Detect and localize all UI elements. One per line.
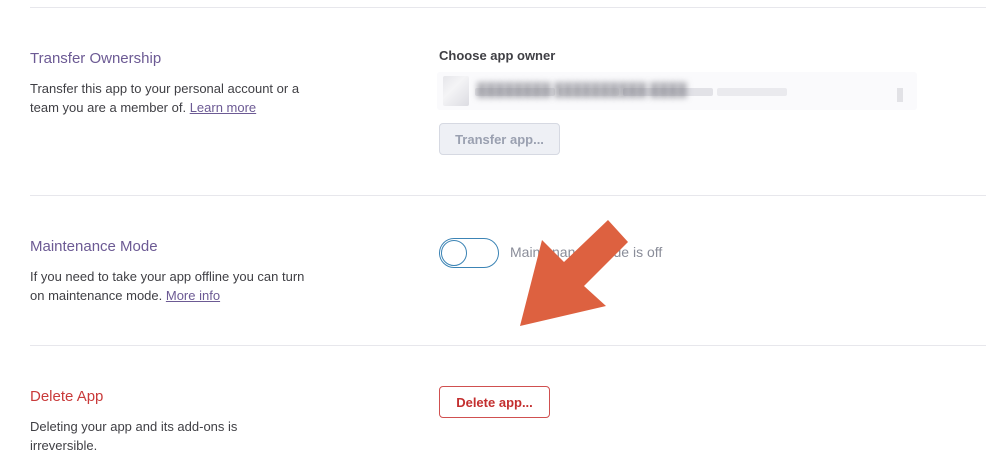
maintenance-divider xyxy=(30,345,986,346)
delete-app-button[interactable]: Delete app... xyxy=(439,386,550,418)
delete-app-description: Deleting your app and its add-ons is irr… xyxy=(30,419,238,453)
transfer-divider xyxy=(30,195,986,196)
more-info-link[interactable]: More info xyxy=(166,288,220,303)
transfer-ownership-description: Transfer this app to your personal accou… xyxy=(30,79,320,117)
maintenance-mode-description: If you need to take your app offline you… xyxy=(30,267,320,305)
maintenance-mode-title: Maintenance Mode xyxy=(30,238,158,255)
app-owner-select[interactable]: ████████ ██████████ ████ xyxy=(437,72,917,110)
blur-chunk-4 xyxy=(717,88,787,96)
learn-more-link[interactable]: Learn more xyxy=(190,100,256,115)
app-owner-value: ████████ ██████████ ████ xyxy=(477,82,687,97)
transfer-ownership-title: Transfer Ownership xyxy=(30,50,162,67)
top-divider xyxy=(30,7,986,8)
choose-app-owner-label: Choose app owner xyxy=(439,48,556,63)
toggle-knob xyxy=(441,240,467,266)
delete-app-title: Delete App xyxy=(30,388,104,405)
select-edge xyxy=(897,88,903,102)
transfer-description-text: Transfer this app to your personal accou… xyxy=(30,81,300,115)
arrow-down-left-icon xyxy=(520,220,628,326)
owner-avatar xyxy=(443,76,469,106)
transfer-app-button[interactable]: Transfer app... xyxy=(439,123,560,155)
app-settings-page: Transfer Ownership Transfer this app to … xyxy=(0,0,986,471)
maintenance-mode-status: Maintenance mode is off xyxy=(510,244,663,260)
maintenance-mode-toggle[interactable] xyxy=(439,238,499,268)
